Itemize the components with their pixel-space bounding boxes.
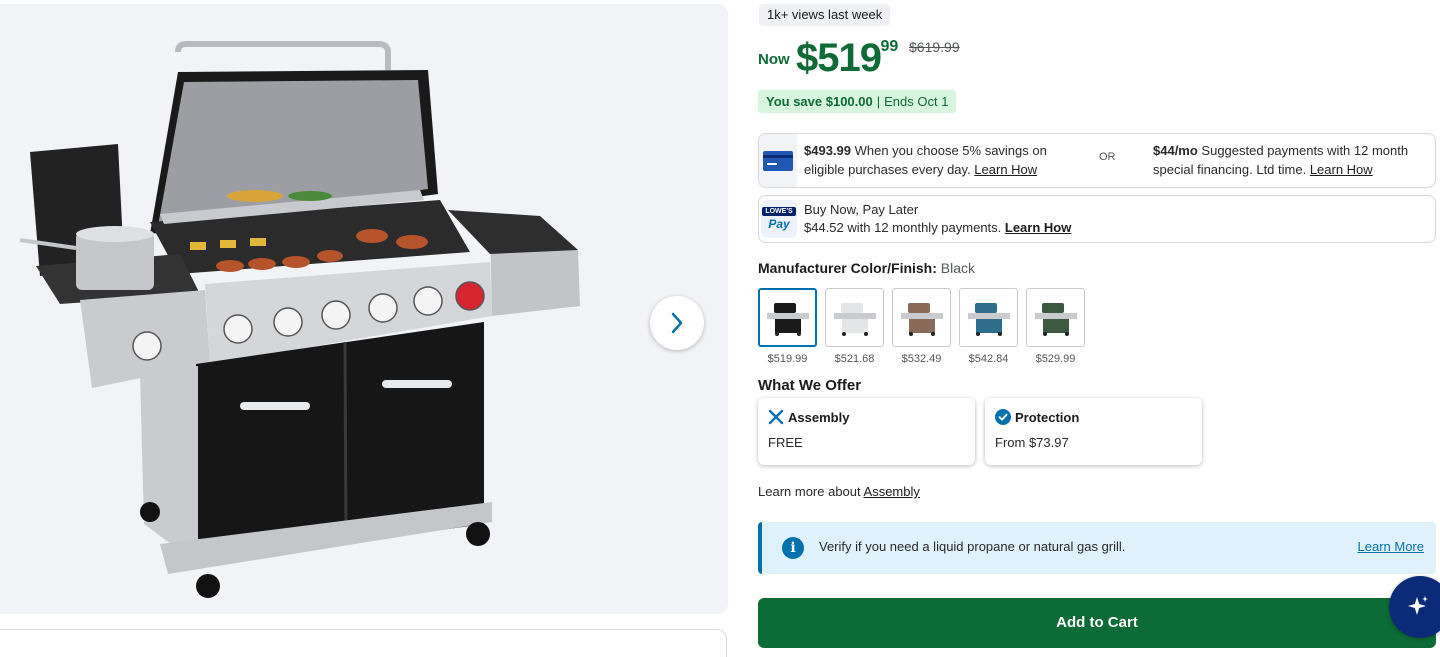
- assembly-price: FREE: [768, 435, 803, 450]
- grill-thumbnail-icon: [766, 302, 809, 336]
- color-swatch[interactable]: $542.84: [959, 288, 1018, 365]
- savings-end-date: Ends Oct 1: [884, 94, 949, 109]
- savings-offer: $493.99 When you choose 5% savings on el…: [804, 141, 1064, 179]
- savings-separator: |: [876, 94, 881, 109]
- assembly-offer-card[interactable]: Assembly FREE: [758, 398, 975, 465]
- views-badge: 1k+ views last week: [759, 4, 891, 26]
- swatch-price: $519.99: [767, 353, 808, 365]
- learn-more-text: Learn more about: [758, 484, 864, 499]
- protection-offer-card[interactable]: Protection From $73.97: [985, 398, 1202, 465]
- swatch-thumbnail[interactable]: [892, 288, 951, 347]
- protection-price: From $73.97: [995, 435, 1069, 450]
- color-swatch[interactable]: $529.99: [1026, 288, 1085, 365]
- lowes-pay-icon-bottom: Pay: [768, 217, 790, 231]
- color-swatch[interactable]: $521.68: [825, 288, 884, 365]
- bnpl-detail: $44.52 with 12 monthly payments. Learn H…: [804, 219, 1071, 237]
- what-we-offer-heading: What We Offer: [758, 377, 862, 394]
- savings-offer-learn-link[interactable]: Learn How: [974, 162, 1037, 177]
- details-card: [0, 629, 727, 657]
- lowes-pay-icon-top: LOWE'S: [762, 207, 796, 216]
- grill-thumbnail-icon: [1034, 302, 1077, 336]
- bnpl-title: Buy Now, Pay Later: [804, 202, 919, 217]
- add-to-cart-button[interactable]: Add to Cart: [758, 598, 1436, 648]
- financing-offer-learn-link[interactable]: Learn How: [1310, 162, 1373, 177]
- protection-title: Protection: [1015, 410, 1080, 425]
- savings-badge: You save $100.00 | Ends Oct 1: [758, 90, 957, 113]
- swatch-thumbnail[interactable]: [825, 288, 884, 347]
- bnpl-text: Buy Now, Pay Later $44.52 with 12 monthl…: [804, 201, 1071, 237]
- swatch-price: $532.49: [901, 353, 942, 365]
- tools-icon: [768, 409, 784, 425]
- next-image-button[interactable]: [650, 296, 704, 350]
- savings-offer-amount: $493.99: [804, 143, 851, 158]
- or-divider: OR: [1099, 151, 1116, 163]
- swatch-thumbnail[interactable]: [1026, 288, 1085, 347]
- grill-thumbnail-icon: [967, 302, 1010, 336]
- color-swatch[interactable]: $532.49: [892, 288, 951, 365]
- buy-now-pay-later: LOWE'S Pay Buy Now, Pay Later $44.52 wit…: [758, 195, 1436, 243]
- color-swatch[interactable]: $519.99: [758, 288, 817, 365]
- swatch-price: $542.84: [968, 353, 1009, 365]
- assembly-title: Assembly: [788, 410, 850, 425]
- notice-message: Verify if you need a liquid propane or n…: [819, 539, 1126, 554]
- gas-type-notice: i Verify if you need a liquid propane or…: [758, 522, 1436, 574]
- financing-offer: $44/mo Suggested payments with 12 month …: [1153, 141, 1433, 179]
- financing-offers: $493.99 When you choose 5% savings on el…: [758, 133, 1436, 188]
- now-label: Now: [758, 51, 790, 68]
- grill-thumbnail-icon: [900, 302, 943, 336]
- price-dollars: $519: [796, 36, 882, 80]
- swatch-thumbnail[interactable]: [959, 288, 1018, 347]
- swatch-price: $521.68: [834, 353, 875, 365]
- chevron-right-icon: [671, 312, 683, 334]
- was-price: $619.99: [909, 39, 960, 55]
- checkmark-badge-icon: [995, 409, 1011, 425]
- learn-more-link[interactable]: Learn More: [1358, 539, 1424, 554]
- learn-more-assembly: Learn more about Assembly: [758, 484, 920, 499]
- color-finish-label: Manufacturer Color/Finish: Black: [758, 260, 975, 276]
- product-image: [19, 41, 580, 598]
- bnpl-learn-link[interactable]: Learn How: [1005, 220, 1071, 235]
- color-swatches: $519.99 $521.68 $532.49 $542.84 $529.99: [758, 288, 1085, 365]
- savings-amount: You save $100.00: [766, 94, 873, 109]
- bnpl-payment-text: $44.52 with 12 monthly payments.: [804, 220, 1005, 235]
- swatch-price: $529.99: [1035, 353, 1076, 365]
- assembly-link[interactable]: Assembly: [864, 484, 920, 499]
- info-icon: i: [782, 537, 804, 559]
- financing-offer-amount: $44/mo: [1153, 143, 1198, 158]
- credit-card-icon: [759, 134, 797, 187]
- lowes-pay-icon: LOWE'S Pay: [761, 200, 797, 238]
- color-finish-value: Black: [940, 260, 976, 276]
- price-cents: .99: [876, 38, 899, 55]
- grill-thumbnail-icon: [833, 302, 876, 336]
- color-finish-title: Manufacturer Color/Finish:: [758, 260, 937, 276]
- sparkle-icon: [1408, 596, 1428, 615]
- product-image-gallery[interactable]: [0, 4, 728, 614]
- swatch-thumbnail[interactable]: [758, 288, 817, 347]
